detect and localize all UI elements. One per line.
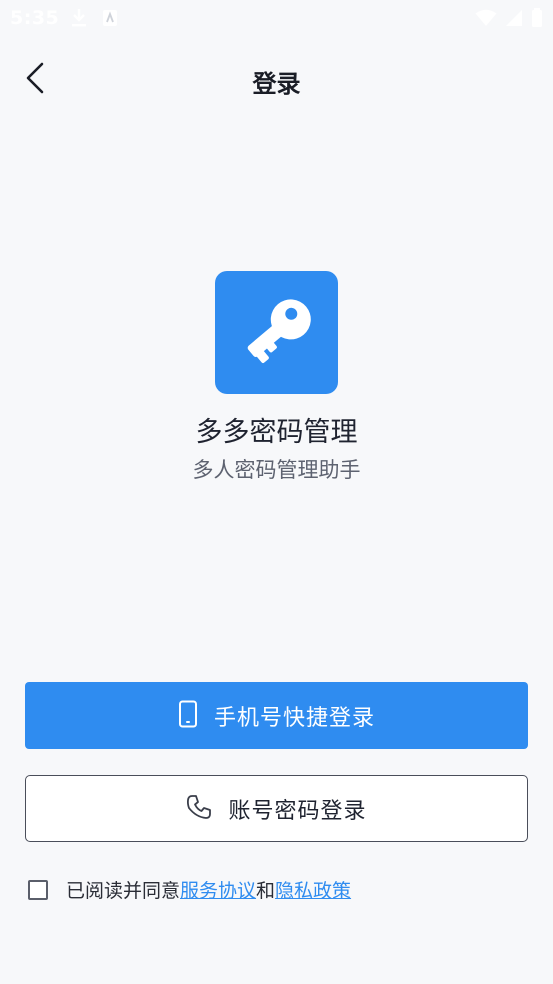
agreement-conjunction: 和 (256, 880, 276, 902)
mobile-phone-icon (178, 700, 198, 732)
page-title: 登录 (252, 70, 301, 98)
wifi-icon (475, 9, 497, 31)
battery-icon (531, 8, 543, 32)
status-time: 5:35 (10, 7, 60, 29)
agreement-row: 已阅读并同意 服务协议 和 隐私政策 (28, 876, 351, 903)
telephone-icon (186, 794, 212, 824)
phone-login-label: 手机号快捷登录 (213, 705, 375, 731)
password-login-button[interactable]: 账号密码登录 (25, 775, 528, 842)
download-icon (70, 8, 88, 32)
header: 登录 (0, 50, 553, 110)
phone-login-button[interactable]: 手机号快捷登录 (25, 682, 528, 749)
app-name: 多多密码管理 (195, 417, 358, 448)
status-system-icons (475, 8, 543, 32)
app-logo (215, 271, 338, 394)
agree-checkbox[interactable] (28, 879, 48, 900)
status-notifications (70, 8, 118, 32)
agreement-prefix: 已阅读并同意 (66, 880, 181, 902)
app-notification-icon (102, 8, 118, 32)
service-agreement-link[interactable]: 服务协议 (180, 876, 256, 903)
signal-icon (505, 9, 523, 31)
key-icon (237, 291, 317, 375)
app-tagline: 多人密码管理助手 (192, 458, 361, 482)
status-bar: 5:35 (0, 0, 553, 36)
privacy-policy-link[interactable]: 隐私政策 (275, 876, 351, 903)
password-login-label: 账号密码登录 (228, 798, 367, 824)
